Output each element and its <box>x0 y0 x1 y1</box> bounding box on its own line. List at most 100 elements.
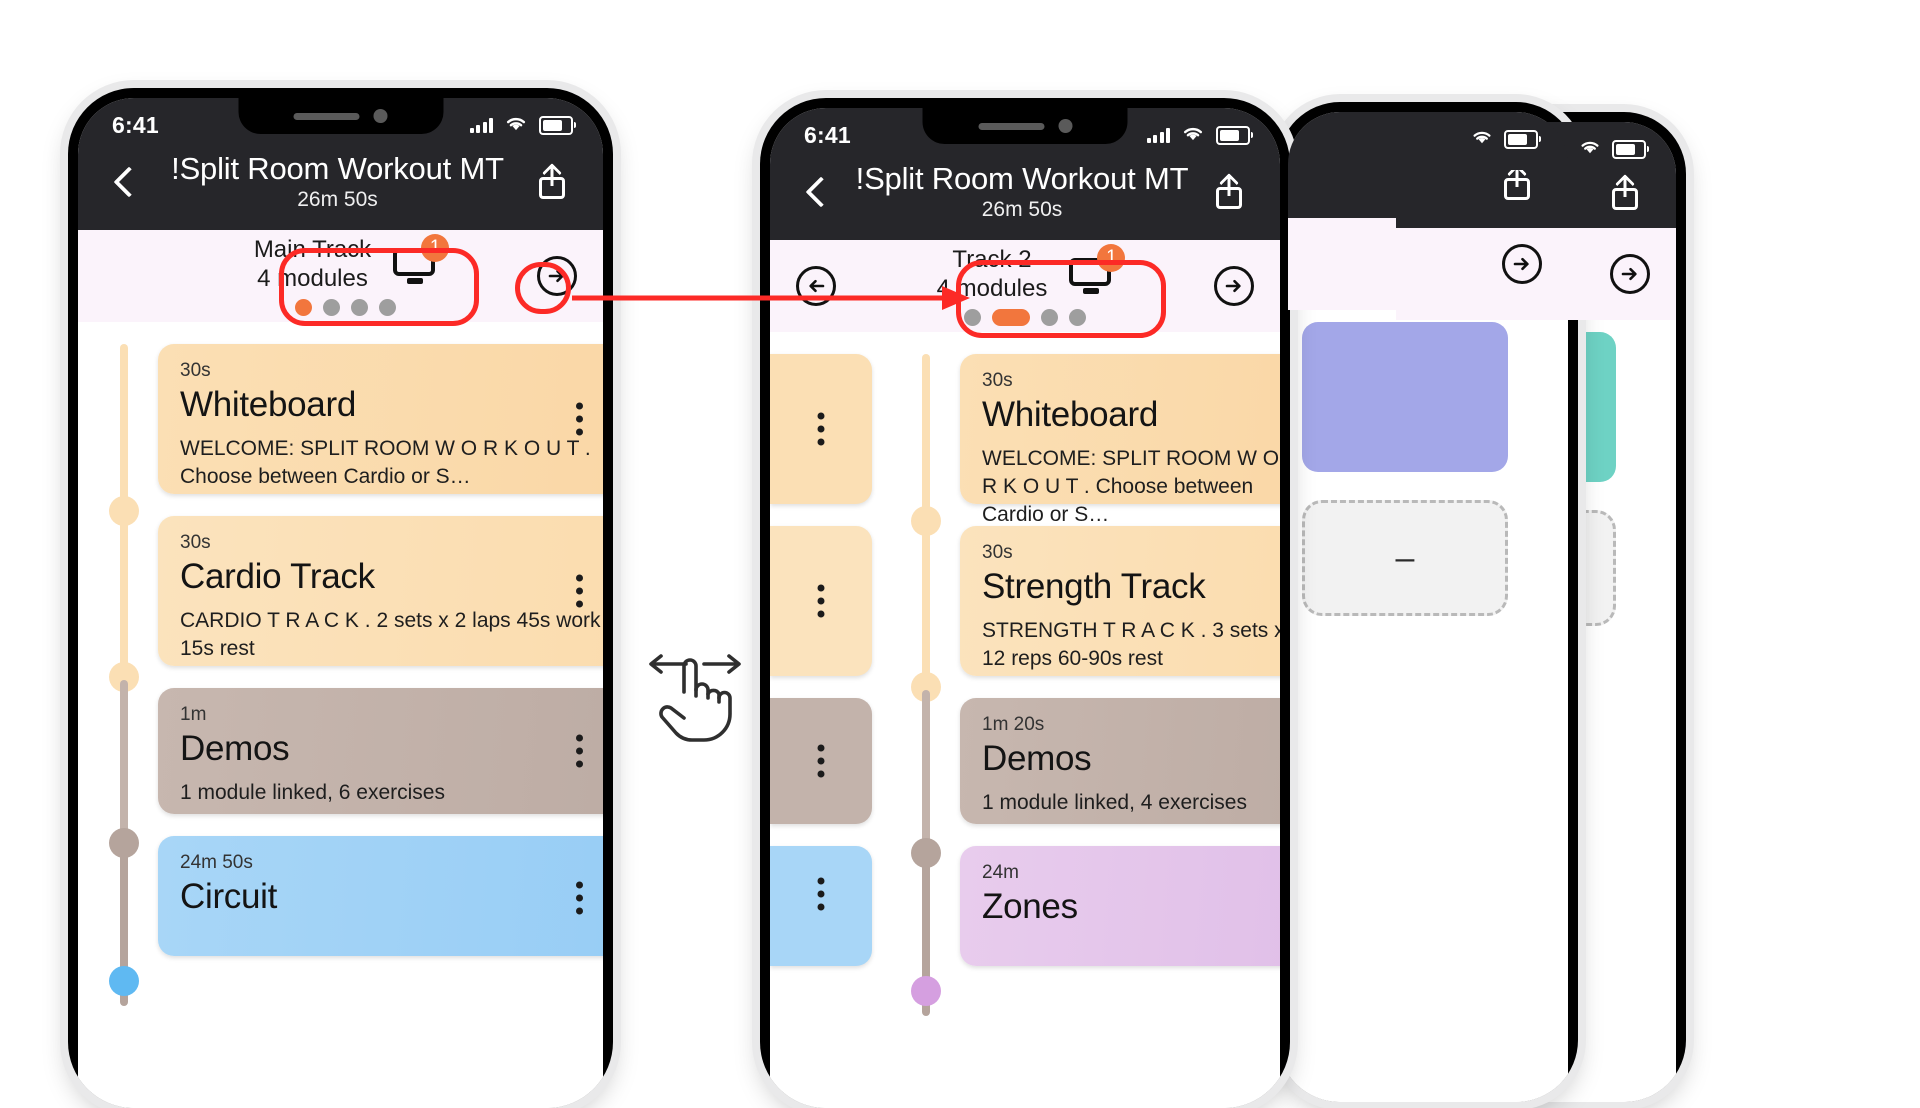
share-button-3[interactable] <box>1492 164 1542 200</box>
wifi-icon <box>1578 138 1602 160</box>
wifi-icon <box>503 114 529 137</box>
share-button-2[interactable] <box>1204 172 1254 209</box>
phone3-card-periwinkle[interactable] <box>1302 322 1508 472</box>
share-button-1[interactable] <box>527 162 577 199</box>
phone1-screen: 6:41 !Split Room Workout MT 26m 50s Main… <box>78 98 603 1108</box>
track-dots-1 <box>295 298 396 316</box>
track-dot-4[interactable] <box>379 298 396 316</box>
kebab-menu-icon[interactable] <box>817 877 825 911</box>
phone2-cards: 30s Whiteboard WELCOME: SPLIT ROOM W O R… <box>960 354 1280 1108</box>
track-texts-1: Main Track 4 modules <box>254 236 371 294</box>
track-dot-2[interactable] <box>323 298 340 316</box>
module-duration: 30s <box>180 360 211 381</box>
module-card[interactable]: 30s Cardio Track CARDIO T R A C K . 2 se… <box>158 516 603 666</box>
kebab-menu-icon[interactable] <box>817 412 825 446</box>
front-camera <box>373 109 388 123</box>
phone3-add-module-placeholder[interactable]: – <box>1302 500 1508 616</box>
track-dot-3[interactable] <box>351 298 368 316</box>
kebab-menu-icon[interactable] <box>576 574 583 608</box>
track-dot-2[interactable] <box>992 308 1030 326</box>
peek-card-2[interactable] <box>770 526 872 676</box>
module-duration: 1m <box>180 704 207 725</box>
module-card[interactable]: 1m 20s Demos 1 module linked, 4 exercise… <box>960 698 1280 824</box>
back-button-2[interactable] <box>796 176 840 208</box>
phone3-track-bar <box>1288 218 1568 310</box>
phone1-timeline-rail <box>109 330 139 1108</box>
module-description: 1 module linked, 4 exercises <box>982 791 1247 815</box>
phone-frame-1: 6:41 !Split Room Workout MT 26m 50s Main… <box>68 88 613 1108</box>
phone2-title-group: !Split Room Workout MT 26m 50s <box>840 161 1204 222</box>
module-duration: 24m 50s <box>180 852 253 873</box>
phone2-notch <box>922 108 1128 144</box>
phone3-module-list: – <box>1288 300 1568 1102</box>
track-dot-3[interactable] <box>1041 308 1058 326</box>
status-time: 6:41 <box>112 111 159 138</box>
earpiece-speaker <box>293 112 360 120</box>
arrow-right-circle-icon <box>1513 257 1529 271</box>
share-button-4[interactable] <box>1600 174 1650 210</box>
module-description: CARDIO T R A C K . 2 sets x 2 laps 45s w… <box>180 609 601 661</box>
module-duration: 30s <box>982 370 1013 391</box>
cellular-bars-icon <box>469 117 493 133</box>
track-name-1: Main Track <box>253 235 372 263</box>
kebab-menu-icon[interactable] <box>817 584 825 618</box>
share-icon <box>1216 172 1242 209</box>
module-card[interactable]: 24m Zones <box>960 846 1280 966</box>
module-title: Zones <box>982 887 1078 926</box>
module-description: WELCOME: SPLIT ROOM W O R K O U T . Choo… <box>982 447 1280 526</box>
battery-icon <box>1216 125 1253 145</box>
module-card[interactable]: 1m Demos 1 module linked, 6 exercises <box>158 688 603 814</box>
phone-frame-3: – <box>1278 102 1578 1102</box>
front-camera <box>1058 119 1072 133</box>
track-selector-1[interactable]: Main Track 4 modules 1 <box>154 233 537 318</box>
peek-card-4[interactable] <box>770 846 872 966</box>
next-track-button-2[interactable] <box>1214 265 1254 306</box>
monitor-icon[interactable]: 1 <box>393 233 450 284</box>
battery-icon <box>1504 129 1541 149</box>
next-track-button-4[interactable] <box>1610 254 1650 294</box>
phone-frame-2: 6:41 !Split Room Workout MT 26m 50s Trac… <box>760 98 1290 1108</box>
track-dot-4[interactable] <box>1069 308 1086 326</box>
next-track-button-3[interactable] <box>1502 244 1542 284</box>
share-icon <box>1612 174 1638 210</box>
module-description: WELCOME: SPLIT ROOM W O R K O U T . Choo… <box>180 437 591 489</box>
phone2-timeline-rail <box>911 340 941 1108</box>
track-dot-1[interactable] <box>295 298 312 316</box>
share-icon <box>1504 164 1530 200</box>
kebab-menu-icon[interactable] <box>576 881 583 915</box>
phone1-nav-bar: !Split Room Workout MT 26m 50s <box>78 146 603 230</box>
page-title: !Split Room Workout MT <box>171 151 504 186</box>
module-card[interactable]: 30s Whiteboard WELCOME: SPLIT ROOM W O R… <box>960 354 1280 526</box>
battery-icon <box>539 115 576 135</box>
track-module-count-1: 4 modules <box>257 264 368 292</box>
back-button-1[interactable] <box>104 166 148 198</box>
kebab-menu-icon[interactable] <box>817 744 825 778</box>
module-description: 1 module linked, 6 exercises <box>180 781 445 805</box>
phone1-track-bar: Main Track 4 modules 1 <box>78 229 603 322</box>
battery-icon <box>1612 139 1649 159</box>
phone1-cards: 30s Whiteboard WELCOME: SPLIT ROOM W O R… <box>158 344 603 1108</box>
connector-arrow <box>572 286 970 310</box>
chevron-left-icon <box>113 166 145 198</box>
monitor-icon[interactable]: 1 <box>1069 243 1126 294</box>
phone2-nav-bar: !Split Room Workout MT 26m 50s <box>770 156 1280 240</box>
module-title: Circuit <box>180 877 278 916</box>
page-subtitle: 26m 50s <box>297 187 378 211</box>
swipe-horizontal-hand-icon <box>649 654 741 742</box>
phone3-screen: – <box>1288 112 1568 1102</box>
module-card[interactable]: 24m 50s Circuit <box>158 836 603 956</box>
module-card[interactable]: 30s Whiteboard WELCOME: SPLIT ROOM W O R… <box>158 344 603 494</box>
module-title: Cardio Track <box>180 557 375 596</box>
kebab-menu-icon[interactable] <box>576 734 583 768</box>
monitor-badge-2: 1 <box>1097 243 1126 272</box>
peek-card-1[interactable] <box>770 354 872 504</box>
peek-card-3[interactable] <box>770 698 872 824</box>
earpiece-speaker <box>978 122 1044 130</box>
kebab-menu-icon[interactable] <box>576 402 583 436</box>
module-title: Demos <box>982 739 1092 778</box>
module-duration: 30s <box>982 542 1013 563</box>
module-title: Whiteboard <box>180 385 356 424</box>
phone3-status-bar <box>1288 112 1568 160</box>
module-card[interactable]: 30s Strength Track STRENGTH T R A C K . … <box>960 526 1280 676</box>
arrow-right-circle-icon <box>1621 267 1637 281</box>
